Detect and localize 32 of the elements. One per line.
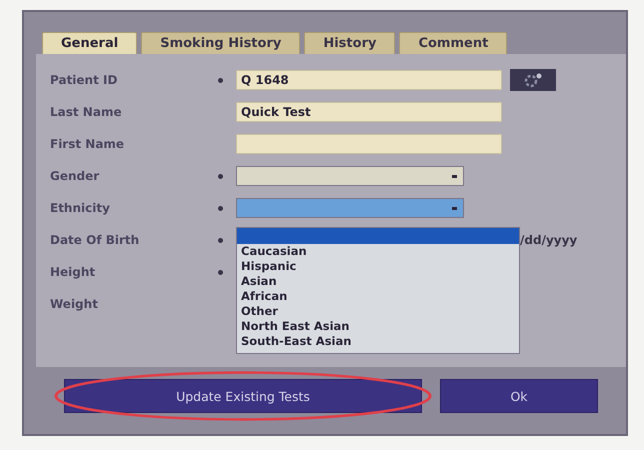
caret-icon <box>452 206 457 210</box>
dialog-button[interactable]: Ok <box>440 379 598 413</box>
field-label: Patient ID <box>50 73 118 87</box>
highlighted-option[interactable] <box>237 228 519 244</box>
field-label: Height <box>50 265 96 279</box>
dropdown-option[interactable]: North East Asian <box>237 319 519 334</box>
field-label: Weight <box>50 297 99 311</box>
tab[interactable]: Comment <box>399 32 508 54</box>
date-input-field[interactable]: /dd/yyyy <box>520 233 578 247</box>
tab[interactable]: History <box>304 32 396 54</box>
lookup-button[interactable] <box>510 69 556 91</box>
tab[interactable]: Smoking History <box>141 32 300 54</box>
dropdown-option[interactable]: Other <box>237 304 519 319</box>
field-label: Last Name <box>50 105 123 119</box>
field-label: Date Of Birth <box>50 233 140 247</box>
dialog-button[interactable]: Update Existing Tests <box>64 379 422 413</box>
dropdown-option[interactable]: Hispanic <box>237 259 519 274</box>
tab[interactable]: General <box>42 32 138 54</box>
dropdown-option[interactable]: Asian <box>237 274 519 289</box>
field-label: Ethnicity <box>50 201 111 215</box>
input-field[interactable] <box>236 134 502 154</box>
gear-icon <box>522 72 544 88</box>
input-field[interactable]: Quick Test <box>236 102 502 122</box>
dropdown-option[interactable]: African <box>237 289 519 304</box>
dropdown[interactable] <box>236 166 464 186</box>
dropdown[interactable] <box>236 198 464 218</box>
caret-icon <box>452 174 457 178</box>
input-field[interactable]: Q 1648 <box>236 70 502 90</box>
field-label: Gender <box>50 169 100 183</box>
dropdown-option[interactable]: Caucasian <box>237 244 519 259</box>
field-label: First Name <box>50 137 126 151</box>
dropdown-option[interactable]: South-East Asian <box>237 334 519 349</box>
